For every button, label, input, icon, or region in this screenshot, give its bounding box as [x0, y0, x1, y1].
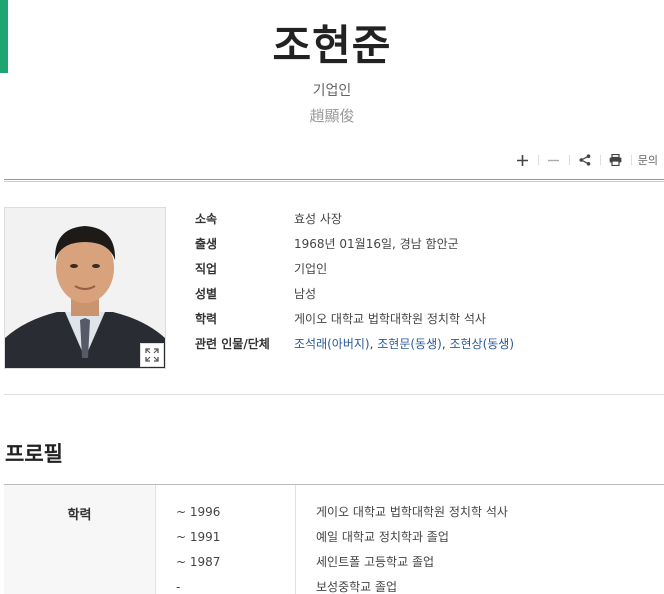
related-links: 조석래(아버지), 조현문(동생), 조현상(동생): [294, 335, 514, 352]
related-person-link[interactable]: 조현문(동생): [377, 337, 442, 351]
info-value: 게이오 대학교 법학대학원 정치학 석사: [294, 312, 486, 326]
education-row: ~ 1991 예일 대학교 정치학과 졸업: [176, 524, 449, 549]
share-icon: [579, 154, 591, 166]
education-desc: 세인트폴 고등학교 졸업: [316, 555, 435, 569]
info-value: 효성 사장: [294, 212, 342, 226]
person-occupation: 기업인: [312, 83, 352, 99]
share-button[interactable]: [570, 151, 600, 169]
education-desc: 예일 대학교 정치학과 졸업: [316, 530, 449, 544]
toolbar: 문의: [508, 151, 658, 169]
section-title-profile: 프로필: [5, 442, 63, 466]
education-desc: 보성중학교 졸업: [316, 580, 398, 594]
font-increase-button[interactable]: [508, 151, 538, 169]
info-row-occupation: 직업 기업인: [195, 256, 514, 281]
font-decrease-button[interactable]: [539, 151, 569, 169]
profile-table: 학력 ~ 1996 게이오 대학교 법학대학원 정치학 석사 ~ 1991 예일…: [4, 484, 664, 594]
related-person-link[interactable]: 조석래(아버지): [294, 337, 370, 351]
info-label: 학력: [195, 312, 218, 326]
info-label: 관련 인물/단체: [195, 337, 270, 351]
education-row: - 보성중학교 졸업: [176, 574, 397, 594]
info-row-gender: 성별 남성: [195, 281, 514, 306]
info-row-birth: 출생 1968년 01월16일, 경남 함안군: [195, 231, 514, 256]
related-person-link[interactable]: 조현상(동생): [449, 337, 514, 351]
section-divider: [4, 394, 664, 395]
person-name: 조현준: [272, 21, 392, 70]
education-row: ~ 1996 게이오 대학교 법학대학원 정치학 석사: [176, 499, 508, 524]
info-label: 출생: [195, 237, 218, 251]
education-year: ~ 1996: [176, 504, 221, 519]
education-row: ~ 1987 세인트폴 고등학교 졸업: [176, 549, 434, 574]
print-button[interactable]: [601, 151, 631, 169]
education-year: -: [176, 579, 181, 594]
expand-icon: [145, 348, 159, 362]
header-divider: [4, 179, 664, 182]
info-label: 성별: [195, 287, 218, 301]
person-hanja-name: 趙顯俊: [309, 107, 355, 125]
info-value: 기업인: [294, 262, 328, 276]
info-value: 1968년 01월16일, 경남 함안군: [294, 237, 459, 251]
print-icon: [609, 154, 622, 166]
expand-photo-button[interactable]: [140, 343, 164, 367]
info-row-education: 학력 게이오 대학교 법학대학원 정치학 석사: [195, 306, 514, 331]
info-row-affiliation: 소속 효성 사장: [195, 206, 514, 231]
info-label: 직업: [195, 262, 218, 276]
inquiry-link[interactable]: 문의: [632, 152, 658, 168]
plus-icon: [517, 154, 529, 166]
profile-photo: [4, 207, 166, 369]
info-label: 소속: [195, 212, 218, 226]
info-panel: 소속 효성 사장 출생 1968년 01월16일, 경남 함안군 직업 기업인 …: [195, 206, 514, 356]
education-year: ~ 1987: [176, 554, 221, 569]
education-label: 학력: [4, 485, 156, 594]
education-desc: 게이오 대학교 법학대학원 정치학 석사: [316, 505, 508, 519]
education-year: ~ 1991: [176, 529, 221, 544]
minus-icon: [548, 159, 560, 161]
info-value: 남성: [294, 287, 317, 301]
info-row-related: 관련 인물/단체 조석래(아버지), 조현문(동생), 조현상(동생): [195, 331, 514, 356]
